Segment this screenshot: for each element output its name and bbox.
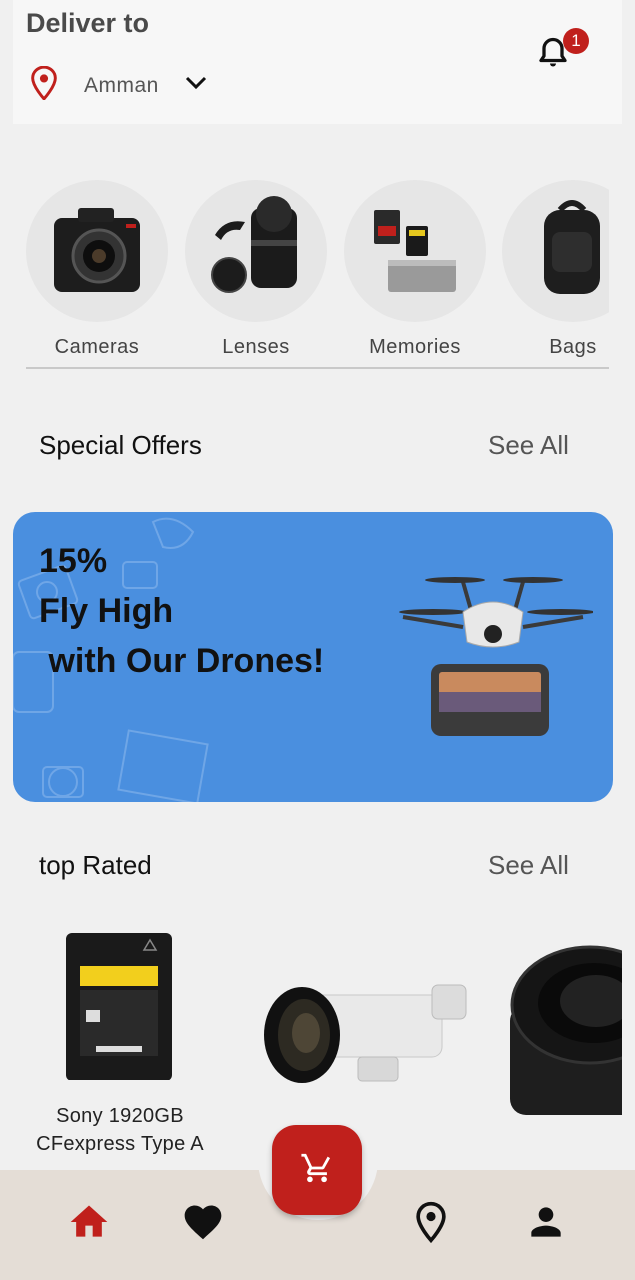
memory-card-product-image [66, 933, 172, 1081]
banner-headline: Fly High [39, 592, 174, 630]
cart-icon [300, 1151, 334, 1190]
special-offers-title: Special Offers [39, 430, 202, 460]
banner-discount: 15% [39, 542, 108, 580]
product-zoom-lens[interactable] [510, 945, 622, 1125]
category-divider [26, 367, 609, 369]
person-icon[interactable] [524, 1200, 568, 1244]
product-telephoto-lens[interactable] [262, 975, 470, 1091]
deliver-to-label: Deliver to [26, 8, 150, 38]
category-label: Lenses [222, 336, 290, 358]
category-label: Memories [369, 336, 461, 358]
heart-icon[interactable] [181, 1200, 225, 1244]
camera-image [26, 180, 168, 322]
category-label: Cameras [54, 336, 140, 358]
zoom-lens-image [510, 945, 622, 1115]
category-bags[interactable]: Bags [502, 180, 609, 359]
category-lenses[interactable]: Lenses [185, 180, 327, 359]
drone-offer-banner[interactable]: 15% Fly High with Our Drones! [13, 512, 613, 802]
product-name-line: CFexpress Type A [36, 1133, 204, 1155]
lens-image [185, 180, 327, 322]
telephoto-lens-image [264, 984, 467, 1083]
drone-image [399, 577, 593, 736]
product-sony-cfexpress[interactable] [66, 930, 172, 1081]
banner-subheadline: with Our Drones! [39, 642, 325, 680]
product-name[interactable]: Sony 1920GB CFexpress Type A [10, 1102, 230, 1158]
home-icon[interactable] [67, 1200, 111, 1244]
location-pin-icon [30, 65, 58, 105]
map-pin-icon[interactable] [409, 1200, 453, 1244]
backpack-image [502, 180, 609, 322]
notification-badge: 1 [563, 28, 589, 54]
top-rated-see-all-link[interactable]: See All [488, 850, 569, 881]
cart-button[interactable] [272, 1125, 362, 1215]
category-cameras[interactable]: Cameras [26, 180, 168, 359]
special-offers-see-all-link[interactable]: See All [488, 430, 569, 461]
memory-card-image [344, 180, 486, 322]
chevron-down-icon[interactable] [185, 76, 207, 95]
location-selector[interactable]: Amman [30, 65, 207, 105]
category-memories[interactable]: Memories [344, 180, 486, 359]
category-label: Bags [549, 336, 597, 358]
top-rated-title: top Rated [39, 850, 152, 880]
location-value: Amman [84, 73, 159, 97]
product-name-line: Sony 1920GB [56, 1105, 184, 1127]
